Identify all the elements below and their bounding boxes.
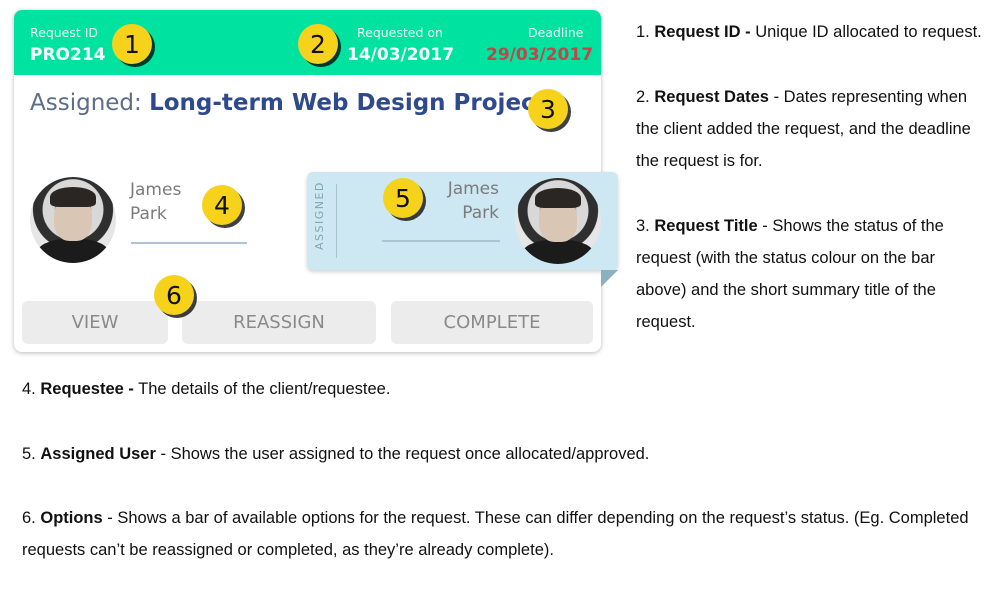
request-status: Assigned: <box>30 90 142 116</box>
note-1-text: Unique ID allocated to request. <box>750 23 982 41</box>
note-1-title: Request ID - <box>654 23 751 41</box>
deadline-label: Deadline <box>528 25 584 40</box>
note-1-number: 1. <box>636 23 650 41</box>
note-5-title: Assigned User <box>40 445 156 463</box>
assigned-panel-fold <box>601 270 618 287</box>
badge-2: 2 <box>298 24 338 64</box>
requestee-first-name: James <box>130 180 182 200</box>
note-2-title: Request Dates <box>654 88 769 106</box>
assigned-label: ASSIGNED <box>313 181 326 250</box>
assignee-first-name: James <box>447 179 499 199</box>
requestee-name[interactable]: James Park <box>130 178 181 226</box>
requestee-last-name: Park <box>130 204 167 224</box>
note-3: 3. Request Title - Shows the status of t… <box>636 210 966 338</box>
assignee-last-name: Park <box>462 203 499 223</box>
note-1: 1. Request ID - Unique ID allocated to r… <box>636 16 991 48</box>
note-2-number: 2. <box>636 88 650 106</box>
complete-button[interactable]: COMPLETE <box>391 301 593 344</box>
assignee-underline <box>382 240 500 242</box>
note-5-text: - Shows the user assigned to the request… <box>155 445 650 463</box>
note-6-text: - Shows a bar of available options for t… <box>22 509 969 559</box>
request-title: Assigned: Long-term Web Design Project <box>30 90 546 116</box>
note-3-number: 3. <box>636 217 650 235</box>
reassign-button[interactable]: REASSIGN <box>182 301 376 344</box>
assignee-avatar <box>515 178 601 264</box>
deadline-date: 29/03/2017 <box>486 45 594 65</box>
note-3-title: Request Title <box>654 217 758 235</box>
assigned-divider <box>336 184 337 258</box>
note-4-title: Requestee - <box>40 380 134 398</box>
note-6-title: Options <box>40 509 103 527</box>
assignee-name: James Park <box>447 177 499 225</box>
note-5: 5. Assigned User - Shows the user assign… <box>22 438 982 470</box>
requested-on-label: Requested on <box>357 25 443 40</box>
badge-6: 6 <box>154 275 194 315</box>
note-4-number: 4. <box>22 380 36 398</box>
badge-5: 5 <box>383 178 423 218</box>
badge-4: 4 <box>202 185 242 225</box>
assigned-user-panel[interactable]: ASSIGNED James Park <box>307 172 618 270</box>
requested-on-date: 14/03/2017 <box>347 45 455 65</box>
note-5-number: 5. <box>22 445 36 463</box>
requestee-avatar <box>30 177 116 263</box>
badge-3: 3 <box>528 89 568 129</box>
request-id-label: Request ID <box>30 25 99 40</box>
requestee-underline <box>131 242 247 244</box>
note-4-text: The details of the client/requestee. <box>133 380 391 398</box>
note-6-number: 6. <box>22 509 36 527</box>
note-2: 2. Request Dates - Dates representing wh… <box>636 81 981 177</box>
view-button[interactable]: VIEW <box>22 301 168 344</box>
request-title-text: Long-term Web Design Project <box>149 90 546 116</box>
note-6: 6. Options - Shows a bar of available op… <box>22 502 982 566</box>
note-4: 4. Requestee - The details of the client… <box>22 373 982 405</box>
badge-1: 1 <box>112 24 152 64</box>
request-id: PRO214 <box>30 45 106 65</box>
